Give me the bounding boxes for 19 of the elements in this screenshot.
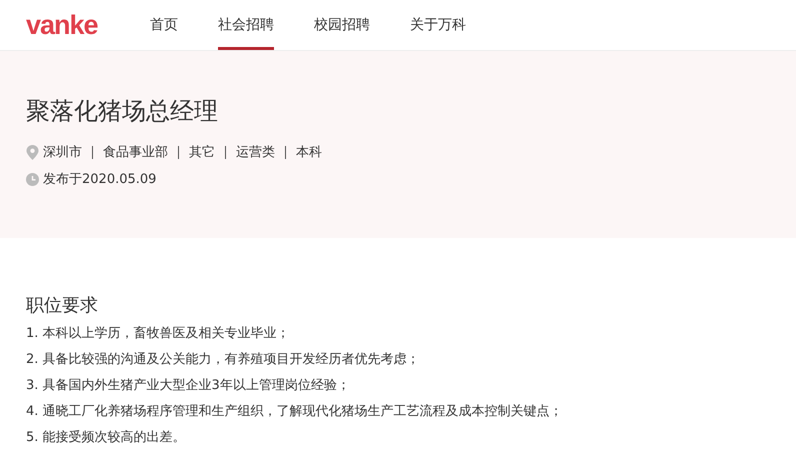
job-tag: 食品事业部 <box>93 146 179 159</box>
location-pin-icon <box>26 145 39 160</box>
job-tag: 运营类 <box>226 146 286 159</box>
section-heading: 职位要求 <box>26 294 99 317</box>
job-tag: 其它 <box>179 146 226 159</box>
job-tag: 本科 <box>286 146 332 159</box>
nav-tab[interactable]: 校园招聘 <box>314 0 370 50</box>
publish-date: 发布于2020.05.09 <box>42 171 156 188</box>
requirement-item: 5. 能接受频次较高的出差。 <box>26 429 187 447</box>
nav-tab[interactable]: 关于万科 <box>410 0 466 50</box>
nav-tab[interactable]: 首页 <box>150 0 178 50</box>
requirement-item: 1. 本科以上学历，畜牧兽医及相关专业毕业； <box>26 325 291 343</box>
requirement-item: 3. 具备国内外生猪产业大型企业3年以上管理岗位经验； <box>26 377 351 395</box>
requirement-item: 4. 通晓工厂化养猪场程序管理和生产组织，了解现代化猪场生产工艺流程及成本控制关键点； <box>26 403 564 421</box>
job-title: 聚落化猪场总经理 <box>26 96 219 127</box>
logo[interactable]: vanke <box>0 0 150 50</box>
clock-icon <box>26 172 39 186</box>
requirement-item: 2. 具备比较强的沟通及公关能力，有养殖项目开发经历者优先考虑； <box>26 351 421 369</box>
job-tag: 深圳市 <box>39 146 93 159</box>
